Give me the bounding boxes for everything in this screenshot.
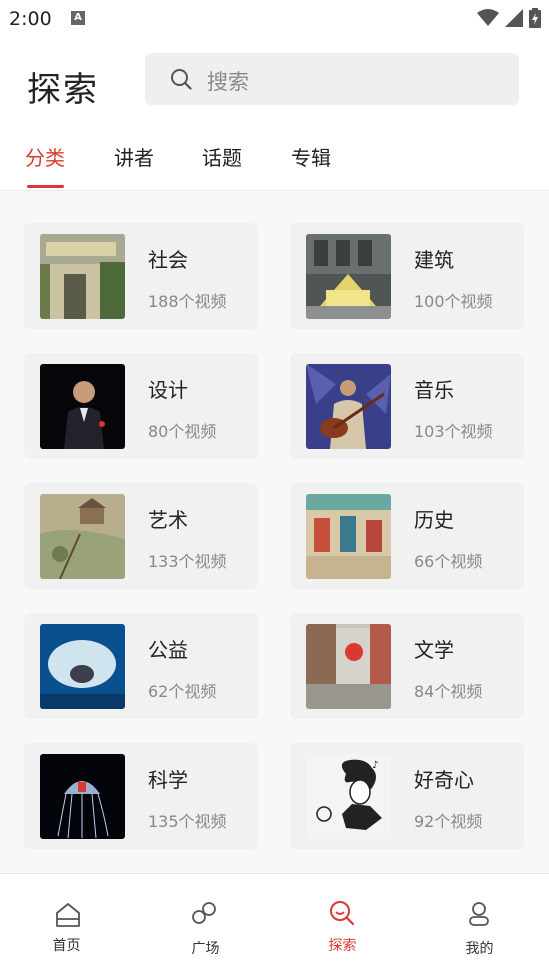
jellyfish-photo — [40, 754, 125, 839]
category-card-charity[interactable]: 公益 62个视频 — [24, 613, 258, 719]
nav-label: 首页 — [52, 938, 81, 954]
person-icon — [469, 902, 489, 926]
category-title: 设计 — [148, 378, 188, 402]
category-video-count: 188个视频 — [148, 292, 227, 311]
svg-text:♪: ♪ — [372, 760, 378, 771]
building-facade-photo — [306, 234, 391, 319]
category-video-count: 92个视频 — [414, 812, 483, 831]
category-title: 建筑 — [414, 248, 454, 272]
beethoven-sketch: ♪ — [306, 754, 391, 839]
tab-category[interactable]: 分类 — [25, 142, 65, 171]
beluga-whale-photo — [40, 624, 125, 709]
category-card-science[interactable]: 科学 135个视频 — [24, 743, 258, 849]
category-video-count: 62个视频 — [148, 682, 217, 701]
status-bar: 2:00 A — [0, 0, 549, 36]
status-indicators — [477, 8, 541, 28]
category-title: 公益 — [148, 638, 188, 662]
category-card-literature[interactable]: 文学 84个视频 — [290, 613, 524, 719]
category-card-art[interactable]: 艺术 133个视频 — [24, 483, 258, 589]
tab-topics[interactable]: 话题 — [202, 142, 242, 171]
nav-label: 广场 — [191, 941, 220, 957]
category-card-history[interactable]: 历史 66个视频 — [290, 483, 524, 589]
musician-with-instrument-photo — [306, 364, 391, 449]
category-card-music[interactable]: 音乐 103个视频 — [290, 353, 524, 459]
page-title: 探索 — [27, 70, 99, 110]
tab-albums[interactable]: 专辑 — [291, 142, 331, 171]
header: 探索 搜索 — [0, 36, 549, 126]
nav-mine[interactable]: 我的 — [411, 874, 548, 978]
category-video-count: 133个视频 — [148, 552, 227, 571]
category-card-society[interactable]: 社会 188个视频 — [24, 223, 258, 329]
speaker-on-stage-photo — [40, 364, 125, 449]
status-time: 2:00 — [9, 8, 52, 30]
category-video-count: 66个视频 — [414, 552, 483, 571]
category-title: 音乐 — [414, 378, 454, 402]
wifi-icon — [477, 9, 499, 26]
category-title: 文学 — [414, 638, 454, 662]
nav-explore[interactable]: 探索 — [274, 874, 411, 978]
category-title: 艺术 — [148, 508, 188, 532]
category-video-count: 135个视频 — [148, 812, 227, 831]
tab-speakers[interactable]: 讲者 — [114, 142, 154, 171]
category-card-design[interactable]: 设计 80个视频 — [24, 353, 258, 459]
signal-icon — [505, 9, 523, 27]
category-card-architecture[interactable]: 建筑 100个视频 — [290, 223, 524, 329]
nav-square[interactable]: 广场 — [137, 874, 274, 978]
search-input[interactable]: 搜索 — [145, 53, 519, 105]
nav-home[interactable]: 首页 — [0, 874, 137, 978]
search-icon — [171, 69, 192, 90]
status-a-icon: A — [71, 11, 85, 25]
category-title: 社会 — [148, 248, 188, 272]
category-grid: 社会 188个视频 建筑 100个视频 设计 80个视频 音乐 103个视频 艺… — [0, 191, 549, 873]
painting-artwork — [40, 494, 125, 579]
nav-label: 我的 — [465, 941, 494, 957]
category-video-count: 100个视频 — [414, 292, 493, 311]
city-street-photo — [306, 624, 391, 709]
category-video-count: 103个视频 — [414, 422, 493, 441]
category-title: 历史 — [414, 508, 454, 532]
link-icon — [192, 902, 216, 924]
category-video-count: 80个视频 — [148, 422, 217, 441]
bottom-navigation: 首页 广场 探索 我的 — [0, 873, 549, 978]
battery-icon — [529, 8, 541, 28]
active-tab-indicator — [27, 185, 64, 188]
search-icon — [330, 901, 355, 926]
category-tabs: 分类 讲者 话题 专辑 — [0, 126, 549, 191]
search-placeholder: 搜索 — [207, 70, 249, 94]
category-video-count: 84个视频 — [414, 682, 483, 701]
historic-mural — [306, 494, 391, 579]
street-storefront-photo — [40, 234, 125, 319]
category-card-curiosity[interactable]: ♪ 好奇心 92个视频 — [290, 743, 524, 849]
nav-label: 探索 — [328, 938, 357, 954]
category-title: 好奇心 — [414, 768, 474, 792]
category-title: 科学 — [148, 768, 188, 792]
home-icon — [56, 903, 80, 927]
